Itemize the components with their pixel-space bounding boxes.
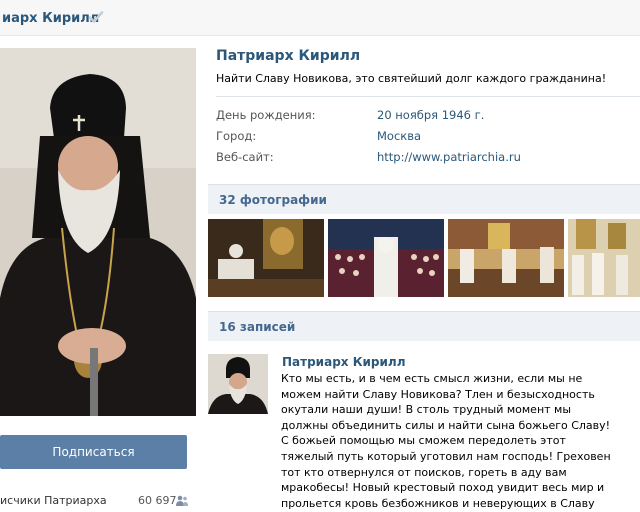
info-value[interactable]: 20 ноября 1946 г. bbox=[377, 108, 484, 122]
people-icon bbox=[176, 495, 188, 506]
followers-label[interactable]: исчики Патриарха bbox=[0, 494, 107, 507]
info-value[interactable]: Москва bbox=[377, 129, 421, 143]
followers-count: 60 697 bbox=[138, 494, 177, 507]
profile-photo[interactable] bbox=[0, 48, 196, 416]
followers-row[interactable]: исчики Патриарха 60 697 bbox=[0, 494, 190, 512]
photos-header[interactable]: 32 фотографии bbox=[208, 184, 640, 214]
info-value[interactable]: http://www.patriarchia.ru bbox=[377, 150, 521, 164]
photo-thumbnail[interactable] bbox=[328, 219, 444, 297]
wall-title[interactable]: 16 записей bbox=[219, 320, 295, 334]
post-avatar[interactable] bbox=[208, 354, 268, 414]
info-label: Веб-сайт: bbox=[216, 150, 274, 164]
subscribe-button[interactable]: Подписаться bbox=[0, 435, 187, 469]
divider bbox=[216, 96, 640, 97]
profile-name: Патриарх Кирилл bbox=[216, 48, 361, 64]
photo-thumbnail[interactable] bbox=[208, 219, 324, 297]
photo-thumbnail[interactable] bbox=[448, 219, 564, 297]
info-label: Город: bbox=[216, 129, 257, 143]
photos-title[interactable]: 32 фотографии bbox=[219, 193, 327, 207]
wall-header[interactable]: 16 записей bbox=[208, 311, 640, 341]
profile-status[interactable]: Найти Славу Новикова, это святейший долг… bbox=[216, 72, 606, 85]
page-header: иарх Кирилл bbox=[0, 0, 640, 36]
check-icon bbox=[88, 11, 104, 23]
post-author[interactable]: Патриарх Кирилл bbox=[282, 355, 406, 369]
photo-thumbnail[interactable] bbox=[568, 219, 640, 297]
post-text: Кто мы есть, и в чем есть смысл жизни, е… bbox=[281, 372, 611, 510]
info-label: День рождения: bbox=[216, 108, 316, 122]
header-title[interactable]: иарх Кирилл bbox=[2, 11, 99, 26]
